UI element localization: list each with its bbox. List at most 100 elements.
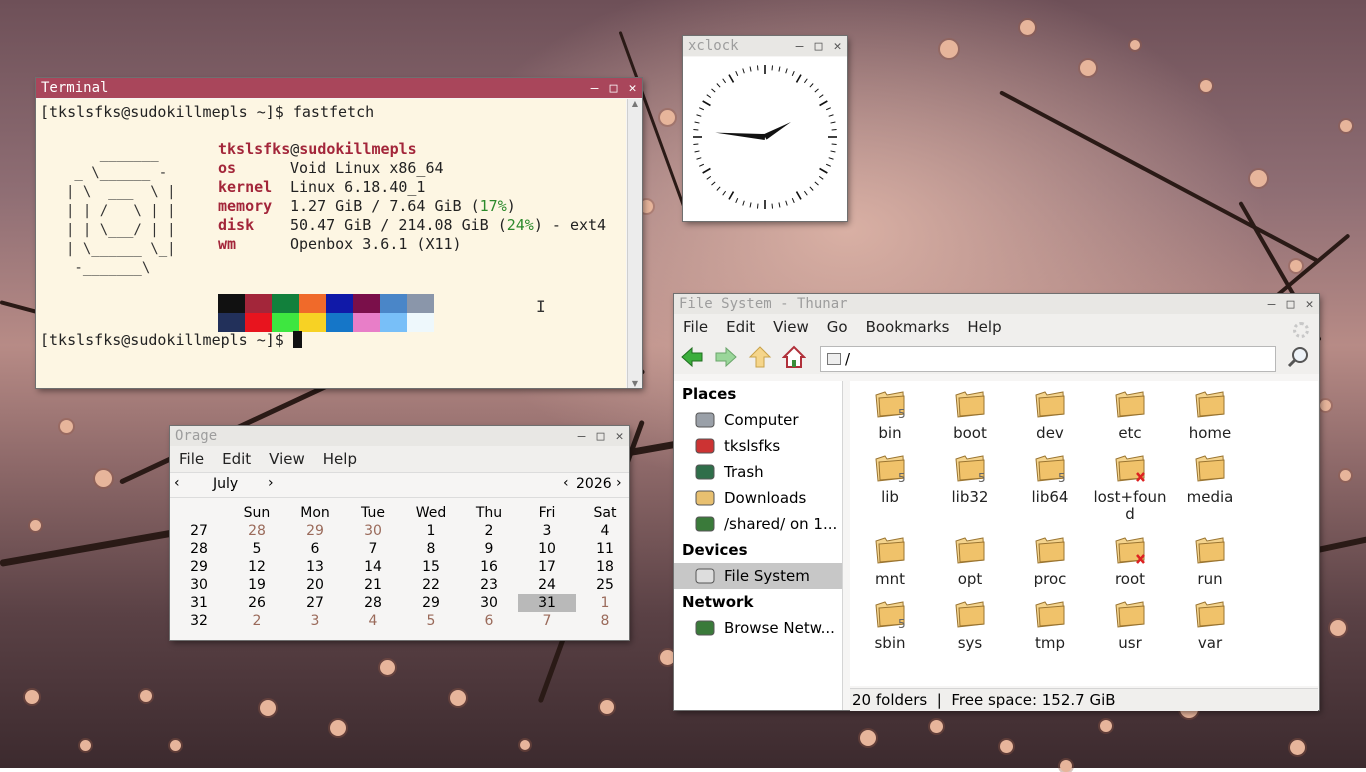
terminal-window[interactable]: Terminal — □ ✕ [tkslsfks@sudokillmepls ~… bbox=[36, 78, 642, 388]
folder-item[interactable]: etc bbox=[1092, 389, 1168, 442]
calendar-day[interactable]: 2 bbox=[228, 612, 286, 630]
search-icon[interactable] bbox=[1286, 345, 1312, 369]
menu-go[interactable]: Go bbox=[818, 314, 857, 340]
calendar-day[interactable]: 11 bbox=[576, 540, 634, 558]
terminal-titlebar[interactable]: Terminal — □ ✕ bbox=[36, 78, 642, 98]
folder-item[interactable]: dev bbox=[1012, 389, 1088, 442]
calendar-day[interactable]: 1 bbox=[576, 594, 634, 612]
folder-item[interactable]: run bbox=[1172, 535, 1248, 588]
folder-item[interactable]: tmp bbox=[1012, 599, 1088, 652]
calendar-day[interactable]: 19 bbox=[228, 576, 286, 594]
calendar-day[interactable]: 29 bbox=[402, 594, 460, 612]
thunar-window[interactable]: File System - Thunar — □ ✕ File Edit View G… bbox=[674, 294, 1319, 711]
menu-edit[interactable]: Edit bbox=[717, 314, 764, 340]
folder-item[interactable]: boot bbox=[932, 389, 1008, 442]
calendar-day[interactable]: 3 bbox=[286, 612, 344, 630]
folder-item[interactable]: root bbox=[1092, 535, 1168, 588]
calendar-day[interactable]: 17 bbox=[518, 558, 576, 576]
calendar-day[interactable]: 4 bbox=[344, 612, 402, 630]
folder-view[interactable]: 5 bin boot dev etc home 5 lib 5 lib32 5 lib64 lost+f… bbox=[850, 381, 1318, 686]
prev-year-icon[interactable]: ‹ bbox=[563, 475, 569, 491]
folder-item[interactable]: home bbox=[1172, 389, 1248, 442]
calendar-day[interactable]: 5 bbox=[402, 612, 460, 630]
orage-calendar-window[interactable]: Orage — □ ✕ File Edit View Help ‹ July › ‹ … bbox=[170, 426, 629, 640]
folder-item[interactable]: 5 lib64 bbox=[1012, 453, 1088, 506]
xclock-window[interactable]: xclock — □ ✕ bbox=[683, 36, 847, 221]
calendar-day[interactable]: 7 bbox=[518, 612, 576, 630]
sidebar-item-downloads[interactable]: Downloads bbox=[674, 485, 842, 511]
calendar-day[interactable]: 7 bbox=[344, 540, 402, 558]
orage-titlebar[interactable]: Orage — □ ✕ bbox=[170, 426, 629, 446]
thunar-titlebar[interactable]: File System - Thunar — □ ✕ bbox=[674, 294, 1319, 314]
calendar-day[interactable]: 25 bbox=[576, 576, 634, 594]
calendar-day[interactable]: 28 bbox=[228, 522, 286, 540]
calendar-day[interactable]: 2 bbox=[460, 522, 518, 540]
calendar-day[interactable]: 16 bbox=[460, 558, 518, 576]
close-icon[interactable]: ✕ bbox=[610, 426, 629, 446]
calendar-day[interactable]: 22 bbox=[402, 576, 460, 594]
calendar-day[interactable]: 21 bbox=[344, 576, 402, 594]
close-icon[interactable]: ✕ bbox=[828, 36, 847, 56]
calendar-day[interactable]: 8 bbox=[402, 540, 460, 558]
folder-item[interactable]: 5 sbin bbox=[852, 599, 928, 652]
folder-item[interactable]: 5 lib32 bbox=[932, 453, 1008, 506]
calendar-day[interactable]: 5 bbox=[228, 540, 286, 558]
menu-bookmarks[interactable]: Bookmarks bbox=[857, 314, 959, 340]
close-icon[interactable]: ✕ bbox=[1300, 294, 1319, 314]
folder-item[interactable]: lost+found bbox=[1092, 453, 1168, 523]
back-icon[interactable] bbox=[680, 346, 704, 368]
sidebar-item-browse-network[interactable]: Browse Netw... bbox=[674, 615, 842, 641]
menu-view[interactable]: View bbox=[260, 446, 314, 472]
next-year-icon[interactable]: › bbox=[616, 475, 622, 491]
calendar-day[interactable]: 29 bbox=[286, 522, 344, 540]
location-bar[interactable]: / bbox=[820, 346, 1276, 372]
folder-item[interactable]: opt bbox=[932, 535, 1008, 588]
calendar-day[interactable]: 14 bbox=[344, 558, 402, 576]
folder-item[interactable]: media bbox=[1172, 453, 1248, 506]
maximize-icon[interactable]: □ bbox=[604, 78, 623, 98]
sidebar-item-trash[interactable]: Trash bbox=[674, 459, 842, 485]
sidebar-item-file-system[interactable]: File System bbox=[674, 563, 842, 589]
sidebar-item-computer[interactable]: Computer bbox=[674, 407, 842, 433]
folder-item[interactable]: 5 bin bbox=[852, 389, 928, 442]
sidebar-item-shared[interactable]: /shared/ on 1... bbox=[674, 511, 842, 537]
calendar-day[interactable]: 3 bbox=[518, 522, 576, 540]
forward-icon[interactable] bbox=[714, 346, 738, 368]
calendar-day[interactable]: 6 bbox=[286, 540, 344, 558]
folder-item[interactable]: 5 lib bbox=[852, 453, 928, 506]
sidebar-item-home[interactable]: tkslsfks bbox=[674, 433, 842, 459]
minimize-icon[interactable]: — bbox=[572, 426, 591, 446]
folder-item[interactable]: usr bbox=[1092, 599, 1168, 652]
calendar-day[interactable]: 8 bbox=[576, 612, 634, 630]
calendar-day-selected[interactable]: 31 bbox=[518, 594, 576, 612]
minimize-icon[interactable]: — bbox=[1262, 294, 1281, 314]
calendar-day[interactable]: 30 bbox=[344, 522, 402, 540]
terminal-output[interactable]: [tkslsfks@sudokillmepls ~]$ fastfetch __… bbox=[36, 99, 626, 388]
maximize-icon[interactable]: □ bbox=[809, 36, 828, 56]
calendar-day[interactable]: 28 bbox=[344, 594, 402, 612]
menu-help[interactable]: Help bbox=[958, 314, 1010, 340]
menu-help[interactable]: Help bbox=[314, 446, 366, 472]
calendar-day[interactable]: 10 bbox=[518, 540, 576, 558]
menu-edit[interactable]: Edit bbox=[213, 446, 260, 472]
home-icon[interactable] bbox=[782, 345, 806, 369]
up-icon[interactable] bbox=[748, 345, 772, 369]
calendar-day[interactable]: 24 bbox=[518, 576, 576, 594]
calendar-day[interactable]: 26 bbox=[228, 594, 286, 612]
minimize-icon[interactable]: — bbox=[585, 78, 604, 98]
calendar-day[interactable]: 9 bbox=[460, 540, 518, 558]
maximize-icon[interactable]: □ bbox=[1281, 294, 1300, 314]
menu-file[interactable]: File bbox=[674, 314, 717, 340]
calendar-day[interactable]: 30 bbox=[460, 594, 518, 612]
scroll-up-icon[interactable]: ▲ bbox=[628, 99, 642, 108]
calendar-day[interactable]: 20 bbox=[286, 576, 344, 594]
prev-month-icon[interactable]: ‹ bbox=[174, 475, 180, 491]
calendar-day[interactable]: 4 bbox=[576, 522, 634, 540]
next-month-icon[interactable]: › bbox=[268, 475, 274, 491]
calendar-day[interactable]: 27 bbox=[286, 594, 344, 612]
month-label[interactable]: July bbox=[213, 476, 238, 492]
calendar-day[interactable]: 1 bbox=[402, 522, 460, 540]
close-icon[interactable]: ✕ bbox=[623, 78, 642, 98]
terminal-scrollbar[interactable]: ▲ ▼ bbox=[627, 99, 642, 388]
maximize-icon[interactable]: □ bbox=[591, 426, 610, 446]
